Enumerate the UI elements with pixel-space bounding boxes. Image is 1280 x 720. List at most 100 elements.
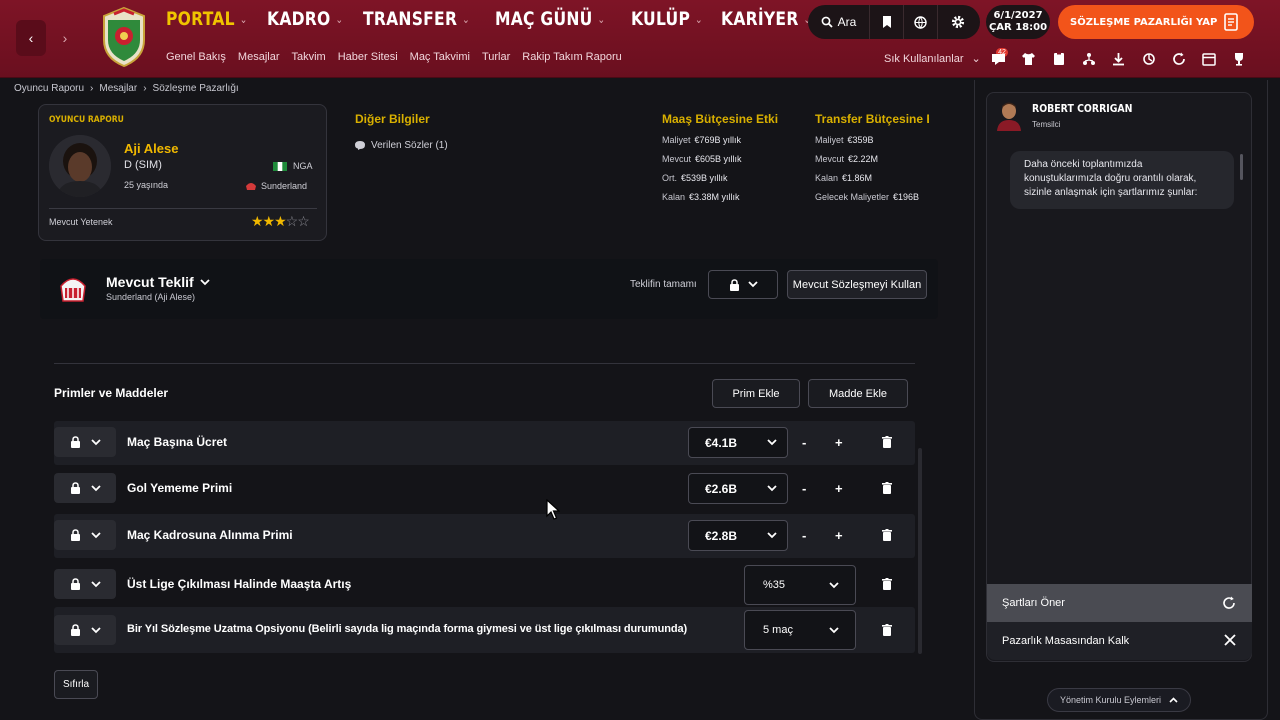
player-card[interactable]: OYUNCU RAPORU Aji Alese D (SIM) 25 yaşın…	[38, 104, 327, 241]
row-lock-dropdown[interactable]	[54, 569, 116, 599]
section-divider	[54, 363, 915, 364]
subnav-fixtures[interactable]: Maç Takvimi	[410, 51, 470, 63]
subnav-messages[interactable]: Mesajlar	[238, 51, 280, 63]
transfer-row-future: Gelecek Maliyetler €196B	[815, 192, 929, 202]
agent-avatar[interactable]	[996, 101, 1022, 131]
use-current-contract-button[interactable]: Mevcut Sözleşmeyi Kullan	[787, 270, 927, 299]
inbox-icon[interactable]	[990, 50, 1007, 67]
settings-button[interactable]	[938, 5, 978, 39]
back-button[interactable]: ‹	[16, 20, 46, 56]
time-label: ÇAR 18:00	[988, 22, 1048, 33]
decrease-button[interactable]: -	[802, 528, 806, 543]
date-time[interactable]: 6/1/2027 ÇAR 18:00	[986, 5, 1050, 39]
promises-item[interactable]: Verilen Sözler (1)	[355, 140, 448, 151]
download-icon[interactable]	[1110, 50, 1127, 67]
increase-button[interactable]: +	[835, 435, 843, 450]
decrease-button[interactable]: -	[802, 481, 806, 496]
sub-nav: Genel Bakış Mesajlar Takvim Haber Sitesi…	[166, 51, 622, 63]
clause-value-dropdown[interactable]: 5 maç	[744, 610, 856, 650]
clipboard-icon[interactable]	[1050, 50, 1067, 67]
shirt-icon[interactable]	[1020, 50, 1037, 67]
board-actions-button[interactable]: Yönetim Kurulu Eylemleri	[1047, 688, 1191, 712]
propose-terms-button[interactable]: Şartları Öner	[987, 584, 1252, 622]
refresh-icon[interactable]	[1170, 50, 1187, 67]
nav-kulup[interactable]: KULÜP ⌄	[631, 8, 703, 30]
row-lock-dropdown[interactable]	[54, 427, 116, 457]
stars-filled: ★★★	[251, 213, 287, 229]
search-icon	[821, 16, 833, 28]
offer-dropdown[interactable]: Mevcut Teklif	[106, 274, 210, 290]
chat-scrollbar[interactable]	[1240, 154, 1243, 180]
nav-mac-gunu-label: MAÇ GÜNÜ	[494, 8, 593, 30]
trash-icon[interactable]	[882, 578, 892, 590]
subnav-overview[interactable]: Genel Bakış	[166, 51, 226, 63]
transfer-remaining-label: Kalan	[815, 173, 839, 183]
subnav-calendar[interactable]: Takvim	[292, 51, 326, 63]
nav-mac-gunu[interactable]: MAÇ GÜNÜ ⌄	[495, 8, 605, 30]
add-bonus-button[interactable]: Prim Ekle	[712, 379, 800, 408]
favorites-dropdown[interactable]: Sık Kullanılanlar ⌄	[884, 52, 981, 66]
search-button[interactable]: Ara	[808, 5, 870, 39]
bonus-label: Maç Kadrosuna Alınma Primi	[127, 528, 293, 542]
calendar-icon[interactable]	[1200, 50, 1217, 67]
chevron-down-icon	[90, 484, 101, 491]
trophy-icon[interactable]	[1230, 50, 1247, 67]
whole-offer-lock-dropdown[interactable]	[708, 270, 778, 299]
hierarchy-icon[interactable]	[1080, 50, 1097, 67]
clause-value-dropdown[interactable]: %35	[744, 565, 856, 605]
reset-button[interactable]: Sıfırla	[54, 670, 98, 699]
chevron-down-icon: ⌄	[335, 12, 344, 26]
agent-name[interactable]: ROBERT CORRIGAN	[1032, 102, 1132, 115]
increase-button[interactable]: +	[835, 528, 843, 543]
continue-button[interactable]: SÖZLEŞME PAZARLIĞI YAP	[1058, 5, 1254, 39]
player-name[interactable]: Aji Alese	[124, 141, 178, 156]
nav-transfer[interactable]: TRANSFER ⌄	[363, 8, 470, 30]
row-lock-dropdown[interactable]	[54, 520, 116, 550]
player-club[interactable]: Sunderland	[245, 181, 307, 191]
breadcrumb-player-report[interactable]: Oyuncu Raporu	[14, 83, 84, 94]
trash-icon[interactable]	[882, 482, 892, 494]
transfer-current-value: €2.22M	[848, 154, 879, 164]
increase-button[interactable]: +	[835, 481, 843, 496]
subnav-tours[interactable]: Turlar	[482, 51, 510, 63]
clause-row: Bir Yıl Sözleşme Uzatma Opsiyonu (Belirl…	[54, 607, 915, 653]
offer-title: Mevcut Teklif	[106, 274, 194, 290]
transfer-row-remaining: Kalan €1.86M	[815, 173, 929, 183]
bonus-value-dropdown[interactable]: €2.6B	[688, 473, 788, 504]
lock-icon	[70, 529, 80, 541]
leave-negotiation-button[interactable]: Pazarlık Masasından Kalk	[987, 622, 1252, 660]
chevron-down-icon	[200, 278, 210, 285]
subnav-news[interactable]: Haber Sitesi	[338, 51, 398, 63]
transfer-future-value: €196B	[893, 192, 920, 202]
nav-kadro-label: KADRO	[267, 8, 332, 30]
bonus-value-dropdown[interactable]: €2.8B	[688, 520, 788, 551]
subnav-opposition-report[interactable]: Rakip Takım Raporu	[522, 51, 621, 63]
breadcrumb-messages[interactable]: Mesajlar	[99, 83, 137, 94]
chevron-down-icon	[90, 580, 101, 587]
clause-value: %35	[763, 579, 786, 591]
chevron-down-icon	[767, 485, 777, 492]
world-button[interactable]	[904, 5, 938, 39]
add-clause-button[interactable]: Madde Ekle	[808, 379, 908, 408]
trash-icon[interactable]	[882, 436, 892, 448]
row-lock-dropdown[interactable]	[54, 615, 116, 645]
training-icon[interactable]	[1140, 50, 1157, 67]
forward-button[interactable]: ›	[50, 20, 80, 56]
player-position: D (SIM)	[124, 159, 162, 171]
top-tools: Ara	[808, 5, 980, 39]
nav-kadro[interactable]: KADRO ⌄	[267, 8, 343, 30]
decrease-button[interactable]: -	[802, 435, 806, 450]
bonus-value-dropdown[interactable]: €4.1B	[688, 427, 788, 458]
bookmark-button[interactable]	[870, 5, 904, 39]
club-crest-icon[interactable]	[100, 6, 148, 68]
list-scrollbar[interactable]	[918, 448, 922, 654]
trash-icon[interactable]	[882, 624, 892, 636]
nav-kariyer[interactable]: KARİYER⌄	[721, 8, 811, 30]
player-nationality[interactable]: NGA	[273, 161, 313, 171]
date-label: 6/1/2027	[993, 10, 1043, 21]
nav-portal[interactable]: PORTAL ⌄	[166, 8, 248, 30]
trash-icon[interactable]	[882, 529, 892, 541]
row-lock-dropdown[interactable]	[54, 473, 116, 503]
wage-current-label: Mevcut	[662, 154, 692, 164]
wage-row-cost: Maliyet €769B yıllık	[662, 135, 778, 145]
